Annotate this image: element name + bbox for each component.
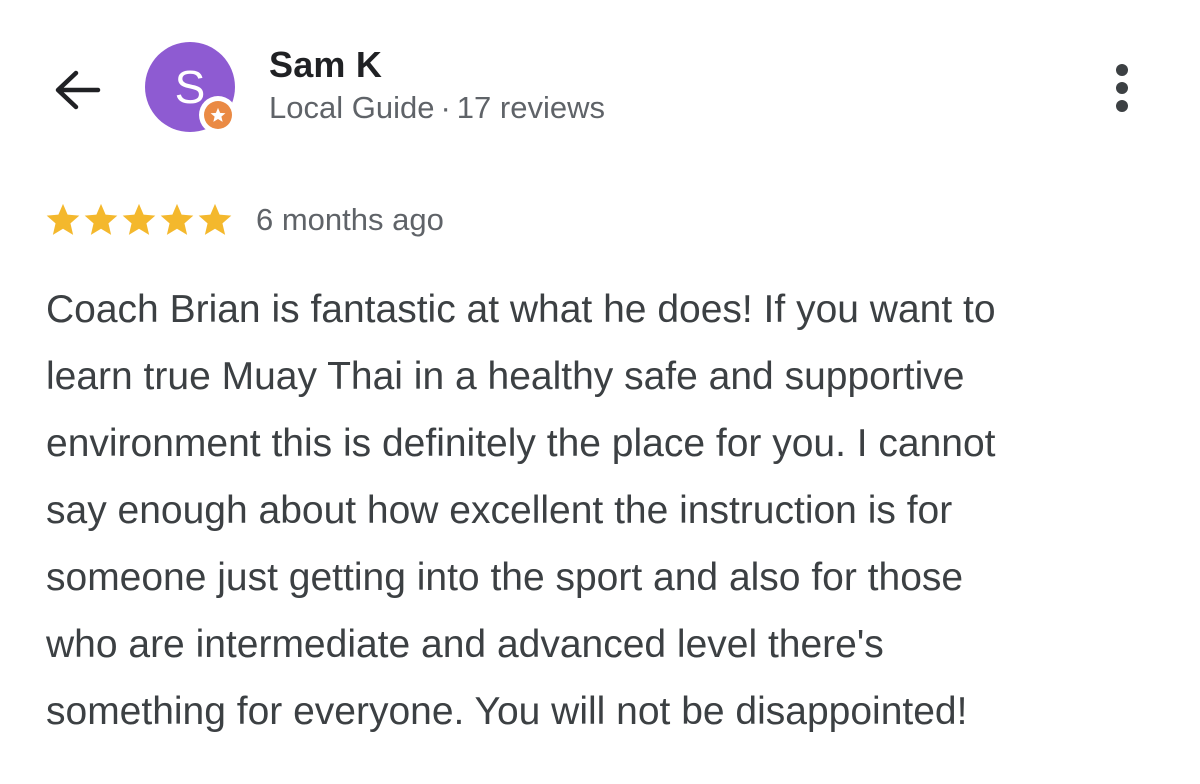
review-text: Coach Brian is fantastic at what he does… (46, 276, 1186, 745)
rating-row: 6 months ago (44, 196, 444, 244)
meta-separator: · (440, 90, 451, 125)
star-icon (122, 203, 156, 235)
star-icon (198, 203, 232, 235)
reviewer-meta: Local Guide · 17 reviews (269, 90, 605, 126)
local-guide-label: Local Guide (269, 90, 435, 125)
star-rating (44, 201, 234, 239)
review-count: 17 reviews (456, 90, 605, 125)
avatar[interactable]: S (145, 42, 237, 134)
review-text-line: Coach Brian is fantastic at what he does… (46, 288, 996, 331)
local-guide-badge (199, 96, 237, 134)
review-header: S Sam K Local Guide · 17 reviews (0, 0, 1200, 160)
star-icon (160, 203, 194, 235)
star-icon (46, 203, 80, 235)
more-vertical-icon (1116, 64, 1128, 112)
review-text-line: someone just getting into the sport and … (46, 556, 964, 599)
back-button[interactable] (46, 58, 110, 122)
review-text-line: environment this is definitely the place… (46, 422, 996, 465)
more-options-button[interactable] (1096, 56, 1148, 120)
local-guide-badge-circle (204, 101, 232, 129)
review-text-line: learn true Muay Thai in a healthy safe a… (46, 355, 965, 398)
reviewer-name[interactable]: Sam K (269, 44, 382, 86)
review-text-line: who are intermediate and advanced level … (46, 623, 884, 666)
local-guide-star-icon (210, 107, 226, 122)
review-text-line: say enough about how excellent the instr… (46, 489, 953, 532)
star-icon (84, 203, 118, 235)
arrow-left-icon (55, 70, 101, 110)
review-date: 6 months ago (256, 202, 444, 237)
review-text-line: something for everyone. You will not be … (46, 690, 968, 733)
